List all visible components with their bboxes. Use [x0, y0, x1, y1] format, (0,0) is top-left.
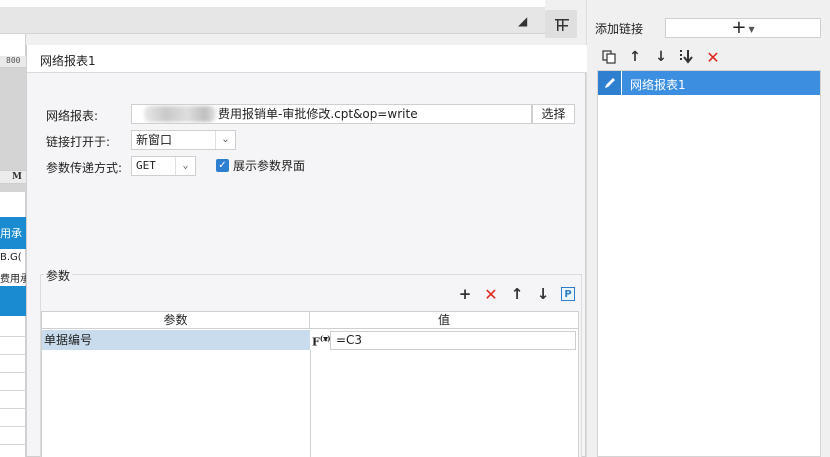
grid-line	[0, 336, 26, 337]
column-header[interactable]: M	[0, 170, 26, 184]
method-label: 参数传递方式:	[46, 161, 123, 175]
column-header-param: 参数	[42, 312, 310, 329]
param-name-cell[interactable]: 单据编号	[42, 330, 310, 350]
report-path-field[interactable]: 费用报销单-审批修改.cpt&op=write	[131, 104, 532, 124]
link-item-label: 网络报表1	[630, 78, 686, 92]
show-params-label: 展示参数界面	[233, 158, 306, 173]
add-icon[interactable]: +	[457, 285, 473, 303]
param-value-input[interactable]: =C3	[330, 331, 576, 350]
param-picker-icon[interactable]: P	[561, 287, 575, 301]
delete-icon[interactable]: ✕	[705, 48, 721, 67]
chevron-down-icon: ⌄	[175, 157, 195, 175]
dialog-title: 网络报表1	[40, 54, 96, 68]
grid-line	[0, 426, 26, 427]
spreadsheet-edge: 800 M 用承 B.G( 费用承	[0, 34, 26, 457]
edit-icon	[598, 71, 622, 95]
chevron-down-icon: ⌄	[215, 131, 235, 149]
param-table: 参数 值 单据编号 F(x) ▼ =C3	[41, 311, 579, 457]
link-list-item[interactable]: 网络报表1	[598, 71, 820, 95]
table-row[interactable]: 单据编号 F(x) ▼ =C3	[42, 330, 578, 350]
delete-icon[interactable]: ✕	[483, 285, 499, 304]
checkbox-checked-icon: ✓	[216, 158, 229, 172]
formula-icon[interactable]: F(x) ▼	[311, 331, 331, 349]
sheet-cell-blue[interactable]: 用承	[0, 217, 26, 249]
report-path-value: 费用报销单-审批修改.cpt&op=write	[218, 107, 418, 121]
link-settings-dialog: 网络报表1 网络报表: 费用报销单-审批修改.cpt&op=write 选择 链…	[26, 45, 587, 457]
move-up-icon[interactable]: ↑	[627, 49, 643, 65]
param-toolbar: + ✕ ↑ ↓ P	[457, 285, 575, 304]
method-select[interactable]: GET ⌄	[131, 156, 196, 176]
grid-line	[0, 408, 26, 409]
table-header: 参数 值	[42, 312, 578, 329]
chevron-down-icon: ▼	[748, 25, 755, 34]
sheet-cell-text[interactable]: 费用承	[0, 270, 26, 284]
hyperlink-panel: 添加链接 + ▼ ↑ ↓ ✕ 网络报表1	[545, 0, 830, 457]
grid-line	[0, 372, 26, 373]
grid-line	[0, 444, 26, 445]
format-painter-icon[interactable]: ◢	[518, 14, 532, 28]
dialog-title-bar: 网络报表1	[27, 45, 587, 73]
param-group-label: 参数	[44, 267, 73, 284]
link-list: 网络报表1	[597, 70, 821, 457]
move-up-icon[interactable]: ↑	[509, 285, 525, 303]
link-toolbar: ↑ ↓ ✕	[597, 45, 821, 69]
param-value-cell: F(x) ▼ =C3	[310, 330, 578, 350]
move-to-bottom-icon[interactable]	[679, 49, 695, 65]
column-header-label: M	[12, 172, 22, 182]
open-in-select[interactable]: 新窗口 ⌄	[131, 130, 236, 150]
show-params-checkbox[interactable]: ✓ 展示参数界面	[216, 157, 305, 173]
column-divider	[310, 350, 311, 457]
ruler-label: 800	[6, 56, 21, 65]
open-in-value: 新窗口	[136, 133, 173, 147]
ruler: 800	[0, 56, 26, 68]
sheet-cell-text[interactable]: B.G(	[0, 252, 26, 268]
redacted-path	[144, 106, 216, 122]
copy-icon[interactable]	[601, 49, 617, 65]
sheet-cell-blue[interactable]	[0, 286, 26, 316]
column-header-value: 值	[437, 313, 450, 327]
choose-button[interactable]: 选择	[532, 104, 575, 124]
plus-icon: +	[731, 17, 747, 38]
move-down-icon[interactable]: ↓	[535, 285, 551, 303]
add-link-button[interactable]: + ▼	[665, 18, 821, 38]
move-down-icon[interactable]: ↓	[653, 49, 669, 65]
report-label: 网络报表:	[46, 109, 99, 123]
app-top-bar	[0, 0, 545, 7]
hyperlink-panel-toggle[interactable]	[545, 10, 577, 38]
grid-line	[0, 390, 26, 391]
add-link-label: 添加链接	[595, 22, 644, 36]
app-toolbar: ◢	[0, 7, 545, 34]
link-settings-icon	[555, 19, 569, 31]
method-value: GET	[136, 159, 156, 172]
grid-line	[0, 354, 26, 355]
open-in-label: 链接打开于:	[46, 135, 111, 149]
